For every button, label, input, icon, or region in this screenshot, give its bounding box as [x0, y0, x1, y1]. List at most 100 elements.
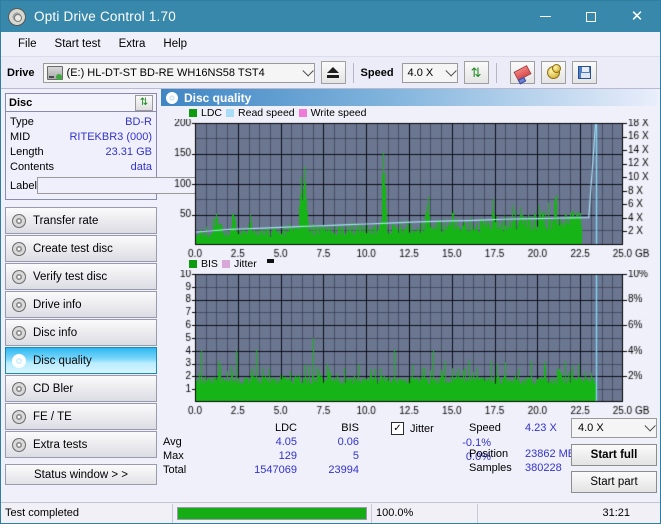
resize-grip[interactable]: [648, 504, 660, 523]
save-button[interactable]: [571, 61, 597, 84]
statistics-panel: LDC BIS Avg 4.05 0.06 Max 129 5 Total 15…: [163, 418, 657, 500]
menu-item-help[interactable]: Help: [154, 35, 196, 53]
speed-stat-label: Speed: [469, 422, 501, 434]
sidebar-item-label: Verify test disc: [33, 270, 108, 283]
disc-icon: [12, 241, 26, 256]
disc-label-key: Label: [10, 179, 37, 192]
disc-row-contents: Contents data: [10, 159, 152, 174]
legend-swatch-write-speed: [298, 108, 307, 117]
sidebar-item-label: Disc info: [33, 326, 78, 339]
menu-bar: File Start test Extra Help: [1, 32, 660, 57]
stats-row-max-label: Max: [163, 450, 184, 462]
sidebar-item-drive-info[interactable]: Drive info: [5, 291, 157, 318]
disc-refresh-button[interactable]: ⇅: [135, 94, 153, 111]
close-button[interactable]: ✕: [614, 1, 660, 32]
eject-bar-icon: [327, 75, 340, 78]
menu-item-start-test[interactable]: Start test: [46, 35, 110, 53]
eject-button[interactable]: [320, 61, 346, 84]
speed-label: Speed: [360, 66, 394, 79]
jitter-checkbox[interactable]: ✓: [391, 422, 404, 435]
sidebar-item-disc-quality[interactable]: Disc quality: [5, 347, 157, 374]
disc-rows: Type BD-R MID RITEKBR3 (000) Length 23.3…: [6, 112, 239, 199]
toolbar-divider-1: [352, 62, 354, 83]
disc-info-panel: Disc ⇅ Type BD-R MID RITEKBR3 (000) Leng…: [5, 93, 239, 200]
legend-swatch-ldc: [189, 108, 197, 117]
jitter-checkbox-label: Jitter: [410, 422, 434, 435]
disc-icon: [12, 269, 26, 284]
sidebar-item-cd-bler[interactable]: CD Bler: [5, 375, 157, 402]
refresh-button[interactable]: ⇅: [463, 61, 489, 84]
menu-item-file[interactable]: File: [9, 35, 46, 53]
disc-row-type: Type BD-R: [10, 114, 152, 129]
page-title: Disc quality: [184, 90, 252, 105]
drive-select-value: (E:) HL-DT-ST BD-RE WH16NS58 TST4: [66, 66, 265, 79]
disc-panel-header: Disc ⇅: [6, 94, 156, 112]
stats-total-bis: 23994: [328, 464, 359, 476]
disc-contents-key: Contents: [10, 160, 55, 173]
toolbar-divider-2: [495, 62, 497, 83]
stats-row-avg-label: Avg: [163, 436, 182, 448]
test-speed-select[interactable]: 4.0 X: [571, 418, 657, 438]
progress-bar: [177, 506, 367, 520]
position-stat-label: Position: [469, 448, 509, 460]
disc-icon: [12, 213, 26, 228]
maximize-button[interactable]: [568, 1, 614, 32]
drive-label: Drive: [7, 66, 35, 79]
disc-row-mid: MID RITEKBR3 (000): [10, 129, 152, 144]
sidebar-item-disc-info[interactable]: Disc info: [5, 319, 157, 346]
stats-col-bis: BIS: [341, 422, 359, 434]
disc-mid-value: RITEKBR3 (000): [69, 130, 152, 143]
sidebar-item-label: FE / TE: [33, 410, 72, 423]
stats-max-bis: 5: [352, 450, 359, 462]
sidebar-item-create-test-disc[interactable]: Create test disc: [5, 235, 157, 262]
sidebar-item-extra-tests[interactable]: Extra tests: [5, 431, 157, 458]
window-controls: ✕: [522, 1, 660, 32]
status-bar: Test completed 100.0% 31:21: [1, 502, 660, 523]
chevron-down-icon: [445, 64, 457, 77]
window-title: Opti Drive Control 1.70: [34, 9, 176, 24]
chevron-down-icon: [301, 64, 314, 77]
application-window: Opti Drive Control 1.70 ✕ File Start tes…: [0, 0, 661, 524]
legend-label-write-speed: Write speed: [310, 106, 367, 119]
sidebar-item-label: Create test disc: [33, 242, 113, 255]
progress-bar-fill: [178, 507, 366, 519]
legend-label-read-speed: Read speed: [238, 106, 295, 119]
sidebar-item-transfer-rate[interactable]: Transfer rate: [5, 207, 157, 234]
stats-avg-ldc: 4.05: [275, 436, 297, 448]
chart-legend-top: LDC Read speed Write speed: [161, 106, 658, 119]
floppy-save-icon: [577, 66, 591, 79]
status-window-button[interactable]: Status window > >: [5, 464, 157, 485]
elapsed-time: 31:21: [477, 503, 648, 523]
speed-select-value: 4.0 X: [407, 66, 434, 79]
sidebar-item-verify-test-disc[interactable]: Verify test disc: [5, 263, 157, 290]
drive-toolbar: Drive (E:) HL-DT-ST BD-RE WH16NS58 TST4 …: [1, 57, 660, 89]
stats-row-total-label: Total: [163, 464, 187, 476]
eject-icon: [327, 67, 340, 73]
erase-button[interactable]: [509, 61, 535, 84]
maximize-icon: [586, 11, 596, 22]
disc-row-length: Length 23.31 GB: [10, 144, 152, 159]
disc-icon: [12, 353, 26, 368]
disc-tools-button[interactable]: [540, 61, 566, 84]
disc-type-key: Type: [10, 115, 34, 128]
disc-icon: [12, 437, 26, 452]
drive-select[interactable]: (E:) HL-DT-ST BD-RE WH16NS58 TST4: [42, 62, 315, 83]
speed-select[interactable]: 4.0 X: [401, 62, 458, 83]
start-part-button[interactable]: Start part: [571, 471, 657, 493]
disc-mid-key: MID: [10, 130, 31, 143]
status-message: Test completed: [1, 503, 173, 523]
sidebar-item-fe-te[interactable]: FE / TE: [5, 403, 157, 430]
chart-top: [161, 119, 658, 267]
disc-icon: [12, 325, 26, 340]
disc-icon: [12, 381, 26, 396]
test-speed-value: 4.0 X: [578, 422, 604, 434]
sidebar-item-label: CD Bler: [33, 382, 74, 395]
minimize-button[interactable]: [522, 1, 568, 32]
start-full-button[interactable]: Start full: [571, 444, 657, 466]
menu-item-extra[interactable]: Extra: [110, 35, 155, 53]
disc-panel-title: Disc: [9, 96, 33, 109]
app-disc-icon: [8, 7, 26, 26]
disc-length-key: Length: [10, 145, 44, 158]
sidebar-item-label: Drive info: [33, 298, 82, 311]
eraser-icon: [513, 64, 532, 81]
